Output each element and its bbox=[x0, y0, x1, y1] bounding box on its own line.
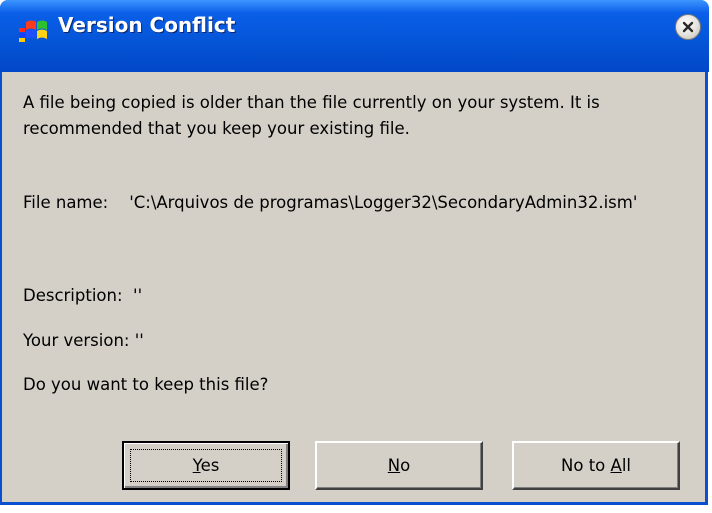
version-value: '' bbox=[134, 331, 144, 350]
conflict-message: A file being copied is older than the fi… bbox=[23, 93, 600, 138]
question-text: Do you want to keep this file? bbox=[23, 375, 269, 394]
version-conflict-dialog: Version Conflict A file being copied is … bbox=[0, 0, 709, 505]
window-title: Version Conflict bbox=[58, 13, 236, 37]
no-to-all-rest: ll bbox=[621, 456, 631, 475]
no-to-all-button-label: No to All bbox=[561, 456, 631, 475]
no-button-label: No bbox=[388, 456, 410, 475]
description-value: '' bbox=[133, 286, 143, 305]
no-mnemonic: N bbox=[387, 456, 401, 475]
no-to-all-mnemonic: A bbox=[610, 456, 622, 475]
no-to-all-button[interactable]: No to All bbox=[512, 441, 680, 490]
file-name-label: File name: bbox=[23, 193, 109, 212]
no-label-rest: o bbox=[400, 456, 411, 475]
version-label: Your version: bbox=[23, 331, 130, 350]
focus-rectangle bbox=[130, 449, 282, 482]
file-name-line: File name: 'C:\Arquivos de programas\Log… bbox=[23, 190, 693, 216]
version-line: Your version: '' bbox=[23, 328, 144, 354]
description-label: Description: bbox=[23, 286, 123, 305]
title-bar[interactable]: Version Conflict bbox=[0, 0, 709, 72]
close-icon bbox=[682, 21, 694, 33]
file-name-value: 'C:\Arquivos de programas\Logger32\Secon… bbox=[129, 193, 638, 212]
yes-button[interactable]: Yes bbox=[122, 441, 290, 490]
no-to-all-prefix: No to bbox=[561, 456, 611, 475]
no-button[interactable]: No bbox=[315, 441, 483, 490]
windows-installer-icon bbox=[19, 20, 47, 42]
description-line: Description: '' bbox=[23, 283, 142, 309]
close-button[interactable] bbox=[675, 14, 701, 40]
